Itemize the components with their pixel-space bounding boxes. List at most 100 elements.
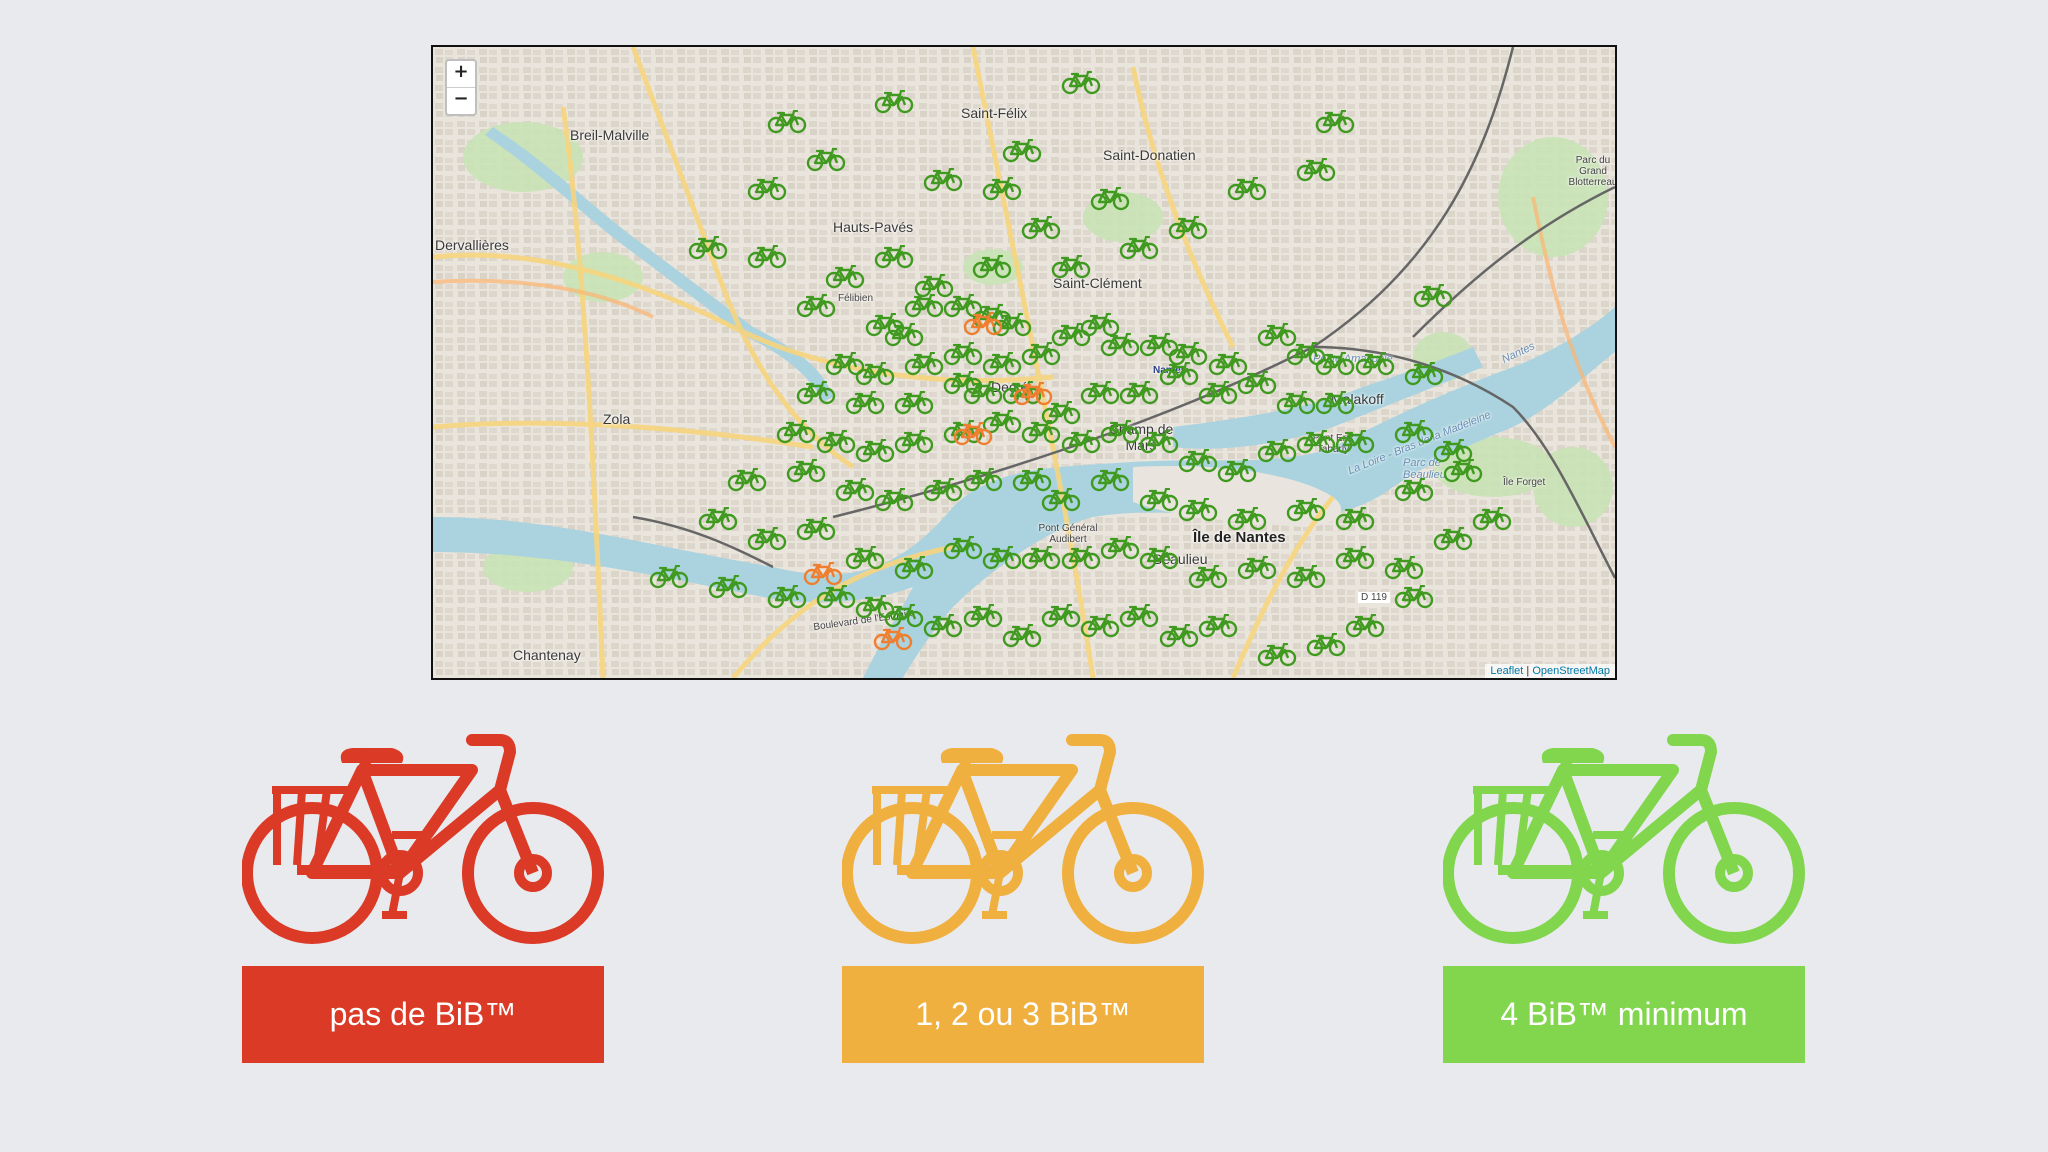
- station-marker-green[interactable]: [943, 342, 983, 366]
- station-marker-green[interactable]: [1061, 429, 1101, 454]
- station-marker-green[interactable]: [1335, 429, 1375, 454]
- station-marker-green[interactable]: [1433, 439, 1473, 463]
- station-marker-green[interactable]: [786, 458, 826, 483]
- station-marker-green[interactable]: [1100, 536, 1140, 560]
- zoom-out-button[interactable]: −: [447, 87, 475, 114]
- station-marker-green[interactable]: [767, 584, 807, 609]
- station-marker-green[interactable]: [963, 604, 1003, 628]
- station-marker-green[interactable]: [904, 352, 944, 376]
- zoom-in-button[interactable]: +: [447, 61, 475, 87]
- station-marker-green[interactable]: [688, 235, 728, 260]
- station-marker-green[interactable]: [1394, 478, 1434, 502]
- station-marker-green[interactable]: [1021, 419, 1061, 444]
- station-marker-green[interactable]: [806, 148, 846, 172]
- station-marker-green[interactable]: [1119, 235, 1159, 260]
- station-marker-green[interactable]: [1296, 429, 1336, 454]
- station-marker-green[interactable]: [1090, 468, 1130, 492]
- station-marker-green[interactable]: [1178, 497, 1218, 522]
- station-marker-green[interactable]: [1041, 604, 1081, 628]
- station-marker-green[interactable]: [1100, 419, 1140, 444]
- station-marker-green[interactable]: [825, 264, 865, 289]
- station-marker-green[interactable]: [1061, 70, 1101, 95]
- station-marker-green[interactable]: [1178, 449, 1218, 473]
- station-marker-green[interactable]: [1286, 497, 1326, 522]
- station-marker-green[interactable]: [727, 468, 767, 492]
- station-marker-green[interactable]: [1002, 623, 1042, 648]
- station-marker-green[interactable]: [708, 575, 748, 599]
- station-marker-green[interactable]: [1355, 352, 1395, 376]
- station-marker-green[interactable]: [747, 177, 787, 201]
- station-marker-green[interactable]: [1198, 613, 1238, 638]
- station-marker-green[interactable]: [1168, 216, 1208, 240]
- station-marker-green[interactable]: [1345, 613, 1385, 638]
- station-marker-orange[interactable]: [1013, 382, 1053, 406]
- station-marker-green[interactable]: [835, 478, 875, 502]
- station-marker-green[interactable]: [767, 109, 807, 134]
- station-marker-green[interactable]: [982, 177, 1022, 201]
- station-marker-green[interactable]: [874, 487, 914, 512]
- station-marker-green[interactable]: [982, 352, 1022, 376]
- station-marker-green[interactable]: [776, 419, 816, 444]
- station-marker-green[interactable]: [943, 536, 983, 560]
- station-marker-green[interactable]: [1296, 158, 1336, 182]
- station-marker-green[interactable]: [884, 604, 924, 628]
- station-marker-green[interactable]: [649, 565, 689, 589]
- station-marker-green[interactable]: [1080, 613, 1120, 638]
- station-marker-green[interactable]: [1061, 546, 1101, 570]
- station-marker-orange[interactable]: [873, 627, 913, 651]
- station-marker-green[interactable]: [1051, 255, 1091, 279]
- station-marker-green[interactable]: [698, 507, 738, 531]
- station-marker-green[interactable]: [1394, 419, 1434, 444]
- station-marker-green[interactable]: [1413, 284, 1453, 308]
- station-marker-green[interactable]: [1315, 390, 1355, 415]
- station-marker-green[interactable]: [1276, 390, 1316, 415]
- station-marker-green[interactable]: [923, 167, 963, 192]
- station-marker-green[interactable]: [1227, 177, 1267, 201]
- station-marker-green[interactable]: [1404, 361, 1444, 386]
- station-marker-green[interactable]: [1335, 546, 1375, 570]
- station-marker-green[interactable]: [1315, 352, 1355, 376]
- station-marker-green[interactable]: [1257, 643, 1297, 667]
- station-marker-green[interactable]: [845, 390, 885, 415]
- osm-link[interactable]: OpenStreetMap: [1532, 665, 1610, 677]
- station-marker-green[interactable]: [816, 584, 856, 609]
- station-marker-green[interactable]: [1315, 109, 1355, 134]
- station-marker-green[interactable]: [1002, 138, 1042, 163]
- station-marker-green[interactable]: [1217, 458, 1257, 483]
- station-marker-green[interactable]: [1227, 507, 1267, 531]
- station-marker-green[interactable]: [845, 546, 885, 570]
- station-marker-green[interactable]: [1198, 381, 1238, 405]
- station-marker-green[interactable]: [972, 255, 1012, 279]
- station-marker-green[interactable]: [1286, 565, 1326, 589]
- station-marker-green[interactable]: [1335, 507, 1375, 531]
- station-marker-green[interactable]: [1139, 487, 1179, 512]
- station-marker-orange[interactable]: [803, 562, 843, 586]
- station-marker-green[interactable]: [1257, 439, 1297, 463]
- leaflet-link[interactable]: Leaflet: [1490, 665, 1523, 677]
- station-marker-green[interactable]: [963, 381, 1003, 405]
- station-marker-green[interactable]: [1100, 332, 1140, 357]
- station-marker-green[interactable]: [1159, 361, 1199, 386]
- station-marker-green[interactable]: [874, 90, 914, 114]
- station-marker-green[interactable]: [982, 546, 1022, 570]
- station-marker-green[interactable]: [1139, 429, 1179, 454]
- station-marker-green[interactable]: [1119, 604, 1159, 628]
- station-marker-green[interactable]: [1119, 381, 1159, 405]
- station-marker-green[interactable]: [747, 245, 787, 269]
- station-marker-green[interactable]: [1159, 623, 1199, 648]
- station-marker-green[interactable]: [1394, 584, 1434, 609]
- station-marker-green[interactable]: [1139, 546, 1179, 570]
- station-marker-green[interactable]: [894, 390, 934, 415]
- station-marker-green[interactable]: [1021, 216, 1061, 240]
- station-marker-green[interactable]: [963, 468, 1003, 492]
- station-marker-green[interactable]: [1188, 565, 1228, 589]
- station-marker-green[interactable]: [1237, 555, 1277, 580]
- station-marker-orange[interactable]: [953, 422, 993, 446]
- station-marker-green[interactable]: [1041, 487, 1081, 512]
- station-marker-green[interactable]: [855, 361, 895, 386]
- station-marker-green[interactable]: [884, 322, 924, 347]
- station-marker-green[interactable]: [1021, 546, 1061, 570]
- station-marker-green[interactable]: [894, 429, 934, 454]
- station-marker-green[interactable]: [894, 555, 934, 580]
- station-marker-green[interactable]: [1090, 187, 1130, 211]
